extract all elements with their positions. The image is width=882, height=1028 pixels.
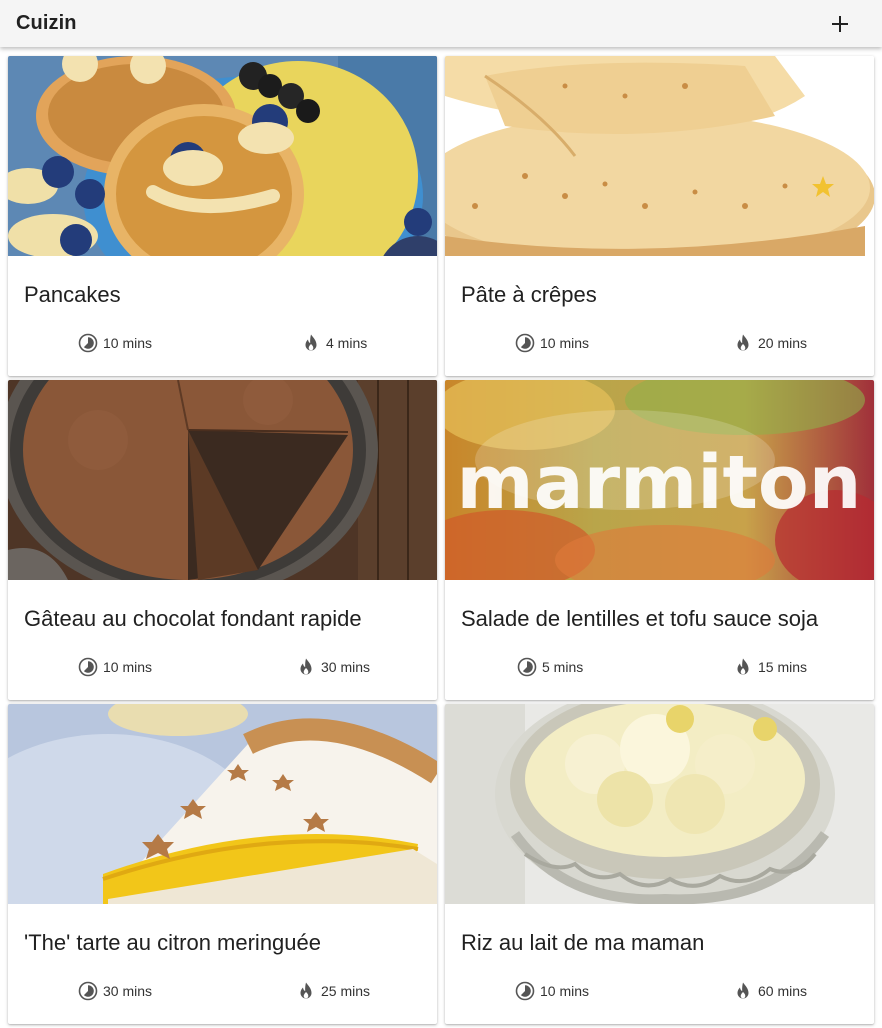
timer-icon <box>78 333 98 353</box>
prep-time-label: 5 mins <box>542 659 584 675</box>
cook-time-label: 25 mins <box>321 983 371 999</box>
cook-time: 25 mins <box>296 980 370 1002</box>
recipe-card-riz-au-lait[interactable]: Riz au lait de ma maman 10 mins 60 mins <box>445 704 874 1024</box>
flame-icon <box>305 334 317 351</box>
recipe-title: Riz au lait de ma maman <box>461 930 705 955</box>
flame-icon <box>737 658 749 675</box>
recipe-image-chocolate-cake <box>8 380 437 580</box>
recipe-title: Pâte à crêpes <box>461 282 597 307</box>
prep-time-label: 10 mins <box>540 335 590 351</box>
timer-icon <box>78 657 98 677</box>
prep-time: 10 mins <box>515 980 589 1002</box>
cook-time: 60 mins <box>733 980 807 1002</box>
prep-time: 30 mins <box>78 980 152 1002</box>
recipe-card-tarte-citron[interactable]: 'The' tarte au citron meringuée 30 mins … <box>8 704 437 1024</box>
timer-icon <box>515 333 535 353</box>
recipe-image-pancakes <box>8 56 437 256</box>
cook-time-label: 15 mins <box>758 659 808 675</box>
timer-icon <box>517 657 537 677</box>
cook-time-label: 4 mins <box>326 335 368 351</box>
recipe-title: 'The' tarte au citron meringuée <box>24 930 321 955</box>
recipe-image-crepes <box>445 56 874 256</box>
cook-time: 20 mins <box>733 332 807 354</box>
recipe-title: Gâteau au chocolat fondant rapide <box>24 606 362 631</box>
prep-time: 10 mins <box>78 656 152 678</box>
cook-time-label: 60 mins <box>758 983 808 999</box>
recipe-image-lemon-tart <box>8 704 437 904</box>
prep-time-label: 10 mins <box>540 983 590 999</box>
cook-time-label: 20 mins <box>758 335 808 351</box>
recipe-title: Pancakes <box>24 282 121 307</box>
plus-icon <box>832 16 848 32</box>
recipe-card-gateau-chocolat[interactable]: Gâteau au chocolat fondant rapide 10 min… <box>8 380 437 700</box>
timer-icon <box>78 981 98 1001</box>
prep-time: 10 mins <box>515 332 589 354</box>
cook-time: 4 mins <box>301 332 367 354</box>
flame-icon <box>737 982 749 999</box>
recipe-image-marmiton: marmiton <box>445 380 874 580</box>
prep-time: 5 mins <box>517 656 583 678</box>
recipe-card-pancakes[interactable]: Pancakes 10 mins 4 mins <box>8 56 437 376</box>
recipe-image-rice-pudding <box>445 704 874 904</box>
flame-icon <box>737 334 749 351</box>
marmiton-logo-text: marmiton <box>457 440 862 526</box>
prep-time-label: 30 mins <box>103 983 153 999</box>
cook-time: 15 mins <box>733 656 807 678</box>
prep-time-label: 10 mins <box>103 335 153 351</box>
prep-time-label: 10 mins <box>103 659 153 675</box>
cook-time: 30 mins <box>296 656 370 678</box>
timer-icon <box>515 981 535 1001</box>
recipe-title: Salade de lentilles et tofu sauce soja <box>461 606 819 631</box>
flame-icon <box>300 658 312 675</box>
cook-time-label: 30 mins <box>321 659 371 675</box>
app-bar: Cuizin <box>0 0 882 47</box>
prep-time: 10 mins <box>78 332 152 354</box>
app-title: Cuizin <box>16 12 77 34</box>
flame-icon <box>300 982 312 999</box>
recipe-card-pate-a-crepes[interactable]: Pâte à crêpes 10 mins 20 mins <box>445 56 874 376</box>
recipe-card-salade-lentilles[interactable]: marmiton Salade de lentilles et tofu sau… <box>445 380 874 700</box>
add-recipe-button[interactable] <box>824 8 856 40</box>
